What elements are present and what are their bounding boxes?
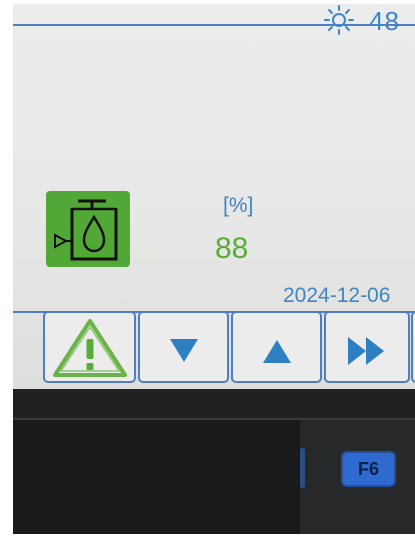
status-value: 48 [369,6,400,36]
date-display: 2024-12-06 [283,284,391,307]
arrow-down-icon [170,339,198,362]
content-panel [13,24,415,313]
down-button[interactable] [138,311,229,383]
oil-tank-level-icon [46,191,130,267]
lcd-screen: 48 [%] 88 2024-12-06 [13,4,415,389]
display-bezel [13,389,415,419]
warning-button[interactable] [43,311,136,383]
arrow-up-icon [263,340,291,363]
photo-edge-left [0,0,13,537]
f6-key[interactable]: F6 [341,451,396,487]
key-partial[interactable] [300,448,305,488]
warning-icon [53,319,127,377]
level-value: 88 [215,232,249,265]
sun-icon [324,5,354,35]
unit-label: [%] [223,194,254,217]
fast-forward-button[interactable] [324,311,410,383]
fast-forward-icon [348,337,384,365]
up-button[interactable] [231,311,322,383]
softkey-partial[interactable] [411,311,415,383]
